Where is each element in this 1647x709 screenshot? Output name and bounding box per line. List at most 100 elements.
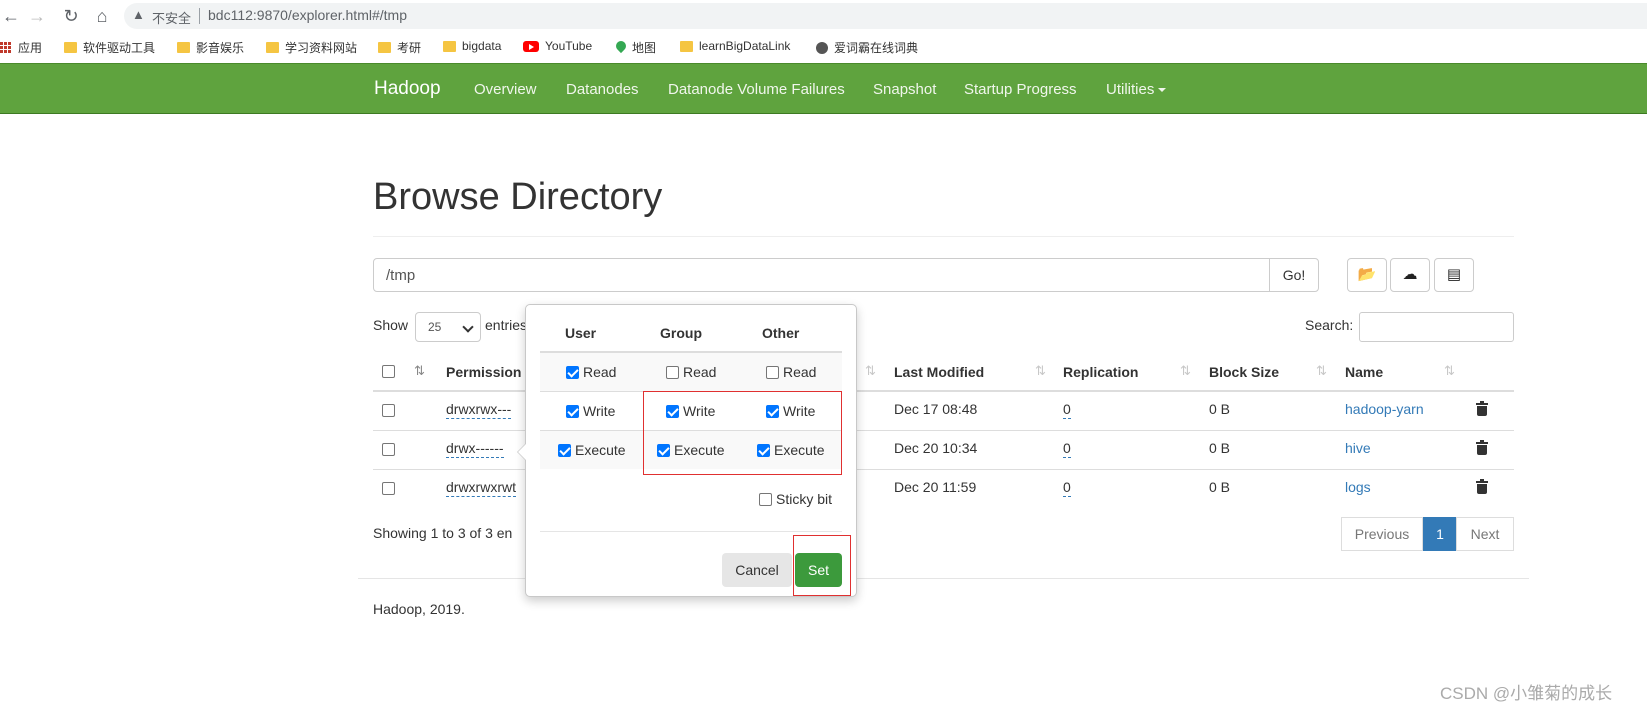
nav-datanode-volume-failures[interactable]: Datanode Volume Failures <box>668 81 845 98</box>
folder-icon <box>443 40 456 52</box>
bookmark-label: 影音娱乐 <box>196 41 245 55</box>
row-checkbox[interactable] <box>382 482 395 495</box>
forward-arrow-icon[interactable]: → <box>26 5 48 27</box>
replication-cell[interactable]: 0 <box>1063 401 1071 419</box>
other-read-checkbox[interactable]: Read <box>766 364 816 380</box>
url-text[interactable]: bdc112:9870/explorer.html#/tmp <box>208 7 407 23</box>
go-button[interactable]: Go! <box>1269 258 1319 292</box>
nav-utilities[interactable]: Utilities <box>1106 81 1167 98</box>
block-size-cell: 0 B <box>1209 401 1231 417</box>
bookmark-label: learnBigDataLink <box>699 39 791 53</box>
bookmark-software-tools[interactable]: 软件驱动工具 <box>64 39 155 56</box>
nav-snapshot[interactable]: Snapshot <box>873 81 936 98</box>
pagination-next[interactable]: Next <box>1456 517 1514 551</box>
search-input[interactable] <box>1359 312 1514 342</box>
hadoop-navbar: Hadoop Overview Datanodes Datanode Volum… <box>0 63 1647 114</box>
folder-open-icon: 📂 <box>1357 266 1377 283</box>
bookmark-label: 学习资料网站 <box>285 41 358 55</box>
column-replication[interactable]: Replication <box>1063 364 1138 380</box>
checkbox-checked <box>558 443 571 457</box>
cut-paste-button[interactable]: ▤ <box>1434 258 1474 292</box>
bookmark-apps[interactable]: 应用 <box>0 39 42 56</box>
name-link[interactable]: logs <box>1345 479 1371 495</box>
modified-cell: Dec 20 10:34 <box>894 440 978 456</box>
apps-icon <box>0 41 12 54</box>
reload-icon[interactable]: ↻ <box>60 5 82 27</box>
column-name[interactable]: Name <box>1345 364 1383 380</box>
header-group: Group <box>660 325 702 341</box>
execute-label: Execute <box>575 442 626 458</box>
read-label: Read <box>783 364 817 380</box>
directory-path-input[interactable] <box>373 258 1270 292</box>
trash-icon[interactable] <box>1476 401 1488 416</box>
bookmark-youtube[interactable]: YouTube <box>523 39 592 53</box>
sticky-bit-checkbox[interactable]: Sticky bit <box>759 491 832 507</box>
select-all-checkbox[interactable] <box>382 365 395 378</box>
youtube-icon <box>523 40 539 52</box>
column-block-size[interactable]: Block Size <box>1209 364 1279 380</box>
bookmark-kaoyan[interactable]: 考研 <box>378 39 421 56</box>
bookmark-label: 考研 <box>397 41 422 55</box>
column-permission[interactable]: Permission <box>446 364 521 380</box>
upload-button[interactable]: ☁ <box>1390 258 1430 292</box>
permission-cell[interactable]: drwxrwx--- <box>446 401 512 419</box>
caret-down-icon <box>1158 88 1167 93</box>
browser-address-bar: ← → ↻ ⌂ ▲ 不安全 bdc112:9870/explorer.html#… <box>0 0 1647 32</box>
checkbox-checked <box>566 404 579 418</box>
bookmark-learnbigdatalink[interactable]: learnBigDataLink <box>680 39 790 53</box>
sort-icon[interactable]: ⇅ <box>1444 363 1455 379</box>
row-checkbox[interactable] <box>382 443 395 456</box>
header-user: User <box>565 325 597 341</box>
bookmark-bigdata[interactable]: bigdata <box>443 39 501 53</box>
name-link[interactable]: hive <box>1345 440 1371 456</box>
bookmark-label: YouTube <box>545 39 593 53</box>
user-execute-checkbox[interactable]: Execute <box>558 442 626 458</box>
pagination-previous[interactable]: Previous <box>1341 517 1423 551</box>
read-label: Read <box>683 364 717 380</box>
cancel-button[interactable]: Cancel <box>722 553 792 587</box>
create-directory-button[interactable]: 📂 <box>1347 258 1387 292</box>
user-read-checkbox[interactable]: Read <box>566 364 616 380</box>
sort-icon[interactable]: ⇅ <box>865 363 876 379</box>
popover-footer-divider <box>540 531 842 532</box>
replication-cell[interactable]: 0 <box>1063 440 1071 458</box>
name-link[interactable]: hadoop-yarn <box>1345 401 1424 417</box>
permission-cell[interactable]: drwx------ <box>446 440 504 458</box>
entries-select[interactable]: 25 <box>415 312 481 342</box>
header-other: Other <box>762 325 800 341</box>
bookmark-maps[interactable]: 地图 <box>616 39 656 56</box>
bookmark-media[interactable]: 影音娱乐 <box>177 39 244 56</box>
trash-icon[interactable] <box>1476 440 1488 455</box>
permission-cell[interactable]: drwxrwxrwt <box>446 479 516 497</box>
home-icon[interactable]: ⌂ <box>91 5 113 27</box>
checkbox-unchecked <box>766 365 779 379</box>
group-read-checkbox[interactable]: Read <box>666 364 716 380</box>
cloud-upload-icon: ☁ <box>1402 266 1418 283</box>
sort-icon[interactable]: ⇅ <box>414 363 425 379</box>
navbar-brand[interactable]: Hadoop <box>374 78 441 100</box>
replication-cell[interactable]: 0 <box>1063 479 1071 497</box>
trash-icon[interactable] <box>1476 479 1488 494</box>
back-arrow-icon[interactable]: ← <box>0 5 22 27</box>
bookmark-study-sites[interactable]: 学习资料网站 <box>266 39 357 56</box>
highlight-box-set-button <box>793 535 851 596</box>
column-last-modified[interactable]: Last Modified <box>894 364 984 380</box>
entries-label: entries <box>485 317 528 333</box>
nav-startup-progress[interactable]: Startup Progress <box>964 81 1077 98</box>
url-omnibox[interactable]: ▲ 不安全 bdc112:9870/explorer.html#/tmp <box>124 3 1647 29</box>
sort-icon[interactable]: ⇅ <box>1180 363 1191 379</box>
sort-icon[interactable]: ⇅ <box>1316 363 1327 379</box>
block-size-cell: 0 B <box>1209 440 1231 456</box>
user-write-checkbox[interactable]: Write <box>566 403 615 419</box>
modified-cell: Dec 20 11:59 <box>894 479 977 495</box>
omnibox-divider <box>199 8 200 24</box>
nav-overview[interactable]: Overview <box>474 81 537 98</box>
nav-datanodes[interactable]: Datanodes <box>566 81 639 98</box>
pagination-page-1[interactable]: 1 <box>1423 517 1457 551</box>
row-checkbox[interactable] <box>382 404 395 417</box>
list-alt-icon: ▤ <box>1446 266 1462 283</box>
footer-text: Hadoop, 2019. <box>373 601 465 617</box>
folder-icon <box>680 40 693 52</box>
sort-icon[interactable]: ⇅ <box>1035 363 1046 379</box>
bookmark-iciba[interactable]: 爱词霸在线词典 <box>816 39 918 56</box>
